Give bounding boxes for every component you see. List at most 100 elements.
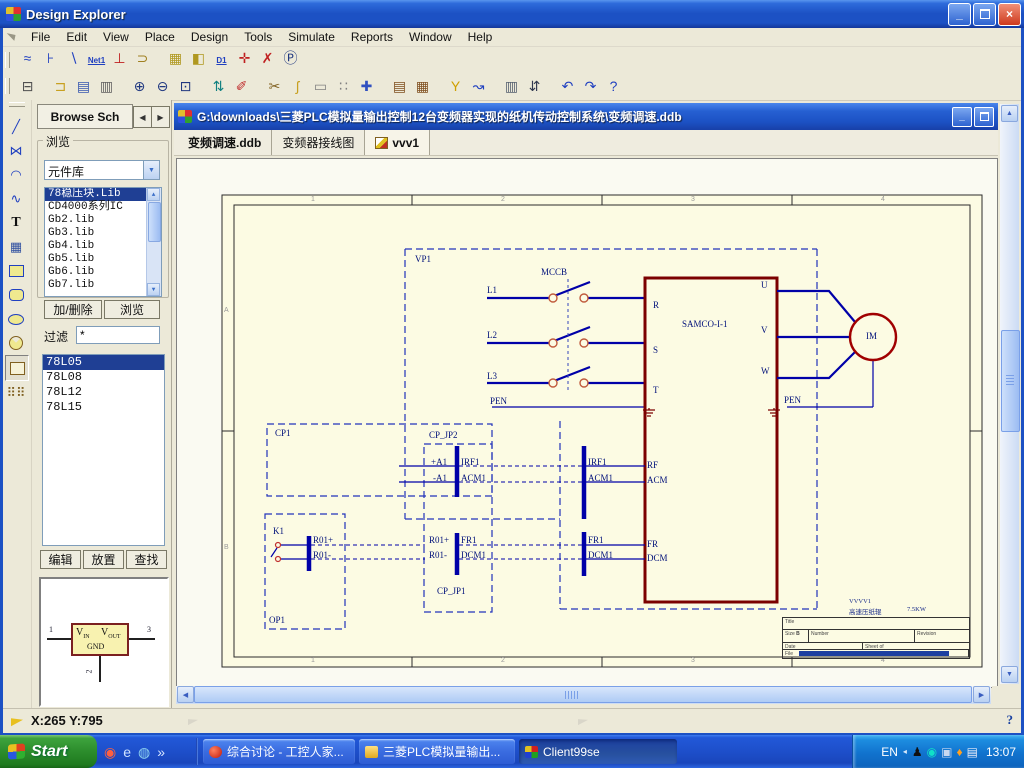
vertical-scrollbar[interactable]: ▲ ▼ — [1000, 104, 1019, 684]
list-item[interactable]: 78L15 — [43, 400, 164, 415]
document-tab[interactable]: 变频调速.ddb — [178, 130, 272, 155]
open-icon[interactable]: ⊐ — [49, 76, 72, 97]
toolbar-grip[interactable] — [5, 78, 10, 94]
start-button[interactable]: Start — [0, 735, 97, 768]
cabinet2-icon[interactable]: ▦ — [411, 76, 434, 97]
panel-prev-icon[interactable]: ◀ — [133, 106, 152, 128]
part-icon[interactable]: ⊃ — [131, 48, 154, 69]
pin-swap-icon[interactable]: ⇵ — [523, 76, 546, 97]
quick-launch-app-icon[interactable]: ◉ — [104, 745, 116, 759]
snap-icon[interactable]: ∷ — [332, 76, 355, 97]
horizontal-scrollbar[interactable]: ◀ ▶ — [176, 686, 991, 704]
menu-item[interactable]: Tools — [236, 28, 280, 46]
zoom-out-icon[interactable]: ⊖ — [151, 76, 174, 97]
menu-item[interactable]: File — [23, 28, 58, 46]
net-label-icon[interactable]: Net1 — [85, 51, 108, 72]
tab-browse-sch[interactable]: Browse Sch — [37, 104, 133, 129]
cabinet-icon[interactable]: ▤ — [388, 76, 411, 97]
list-item[interactable]: 78L12 — [43, 385, 164, 400]
toolbar-grip[interactable] — [5, 52, 10, 68]
scroll-up-icon[interactable]: ▲ — [147, 188, 160, 201]
tray-network-icon[interactable]: ▣ — [941, 746, 952, 758]
polygon-tool-icon[interactable]: ⋈ — [5, 139, 27, 163]
save-icon[interactable]: ▤ — [72, 76, 95, 97]
list-item[interactable]: 78稳压块.Lib — [45, 188, 161, 201]
zoom-in-icon[interactable]: ⊕ — [128, 76, 151, 97]
explorer-toggle-icon[interactable]: ⊟ — [16, 76, 39, 97]
line-tool-icon[interactable]: ╱ — [5, 115, 27, 139]
image-tool-icon[interactable] — [5, 355, 29, 381]
ellipse-tool-icon[interactable] — [5, 307, 27, 331]
chevron-down-icon[interactable]: ▼ — [143, 161, 159, 179]
scrollbar-thumb[interactable] — [148, 202, 161, 242]
pcb-rule-icon[interactable]: Ⓟ — [279, 48, 302, 69]
list-item[interactable]: Gb3.lib — [45, 227, 161, 240]
list-item[interactable]: Gb4.lib — [45, 240, 161, 253]
signal-icon[interactable]: ↝ — [467, 76, 490, 97]
menu-item[interactable]: Reports — [343, 28, 401, 46]
scrollbar-thumb[interactable] — [1001, 330, 1020, 432]
menu-item[interactable]: Edit — [58, 28, 95, 46]
freehand-tool-icon[interactable]: ∿ — [5, 187, 27, 211]
sheet-symbol-icon[interactable]: ▦ — [164, 48, 187, 69]
list-item[interactable]: Gb6.lib — [45, 266, 161, 279]
sheet-entry-icon[interactable]: ◧ — [187, 48, 210, 69]
toolbar-grip[interactable] — [9, 102, 25, 107]
wire-tool-icon[interactable]: ≈ — [16, 48, 39, 69]
no-erc-icon[interactable]: ✗ — [256, 48, 279, 69]
scroll-down-icon[interactable]: ▼ — [1001, 666, 1018, 683]
taskbar-task-forum[interactable]: 综合讨论 - 工控人家... — [203, 739, 355, 764]
tray-media-icon[interactable]: ◉ — [927, 746, 937, 758]
hierarchy-icon[interactable]: ⇅ — [207, 76, 230, 97]
cutter-icon[interactable]: ✂ — [263, 76, 286, 97]
document-titlebar[interactable]: G:\downloads\三菱PLC模拟量输出控制12台变频器实现的纸机传动控制… — [174, 103, 998, 130]
library-icon[interactable]: ▥ — [500, 76, 523, 97]
menu-item[interactable]: Window — [401, 28, 460, 46]
library-list-scrollbar[interactable]: ▲ ▼ — [146, 188, 161, 296]
wrench-icon[interactable]: Y — [444, 76, 467, 97]
zoom-area-icon[interactable]: ⊡ — [174, 76, 197, 97]
bezier-icon[interactable]: ʃ — [286, 76, 309, 97]
menu-item[interactable]: Help — [460, 28, 501, 46]
list-item[interactable]: 78L05 — [43, 355, 164, 370]
help-icon[interactable]: ? — [602, 76, 625, 97]
library-list[interactable]: 78稳压块.LibCD4000系列ICGb2.libGb3.libGb4.lib… — [44, 187, 162, 297]
bus-entry-icon[interactable]: ∖ — [62, 48, 85, 69]
tray-qq-icon[interactable]: ♟ — [912, 746, 923, 758]
power-port-icon[interactable]: ⊥ — [108, 48, 131, 69]
bus-tool-icon[interactable]: ⊦ — [39, 48, 62, 69]
menu-item[interactable]: Place — [137, 28, 183, 46]
close-button[interactable]: × — [998, 3, 1021, 26]
schematic-canvas[interactable]: VP1MCCBL1L2L3PENRSTSAMCO-I-1UVWPENIMRFAC… — [176, 158, 998, 688]
document-tab[interactable]: vvv1 — [365, 130, 430, 155]
list-item[interactable]: CD4000系列IC — [45, 201, 161, 214]
list-item[interactable]: Gb7.lib — [45, 279, 161, 292]
place-button[interactable]: 放置 — [83, 550, 124, 569]
tray-doc-icon[interactable]: ▤ — [967, 746, 978, 758]
scroll-down-icon[interactable]: ▼ — [147, 283, 160, 296]
list-item[interactable]: Gb2.lib — [45, 214, 161, 227]
document-tab[interactable]: 变频器接线图 — [272, 130, 365, 155]
list-item[interactable]: 78L08 — [43, 370, 164, 385]
roundrect-tool-icon[interactable] — [5, 283, 27, 307]
print-icon[interactable]: ▥ — [95, 76, 118, 97]
find-button[interactable]: 查找 — [126, 550, 167, 569]
tray-collapse-icon[interactable]: ◂ — [903, 747, 907, 756]
select-rect-icon[interactable]: ▭ — [309, 76, 332, 97]
doc-minimize-button[interactable]: _ — [952, 107, 972, 127]
quick-launch-more-icon[interactable]: » — [157, 745, 165, 759]
scroll-right-icon[interactable]: ▶ — [973, 686, 990, 703]
minimize-button[interactable]: _ — [948, 3, 971, 26]
list-item[interactable]: Gb5.lib — [45, 253, 161, 266]
library-type-combobox[interactable]: 元件库 ▼ — [44, 160, 160, 180]
menu-item[interactable]: View — [95, 28, 137, 46]
port-icon[interactable]: D1 — [210, 51, 233, 72]
doc-restore-button[interactable] — [974, 107, 994, 127]
browse-library-button[interactable]: 浏览 — [104, 300, 160, 319]
help-icon[interactable]: ? — [1007, 712, 1014, 728]
redo-icon[interactable]: ↷ — [579, 76, 602, 97]
restore-button[interactable] — [973, 3, 996, 26]
move-icon[interactable]: ✚ — [355, 76, 378, 97]
arc-tool-icon[interactable]: ◠ — [5, 163, 27, 187]
scrollbar-thumb[interactable] — [194, 686, 972, 703]
